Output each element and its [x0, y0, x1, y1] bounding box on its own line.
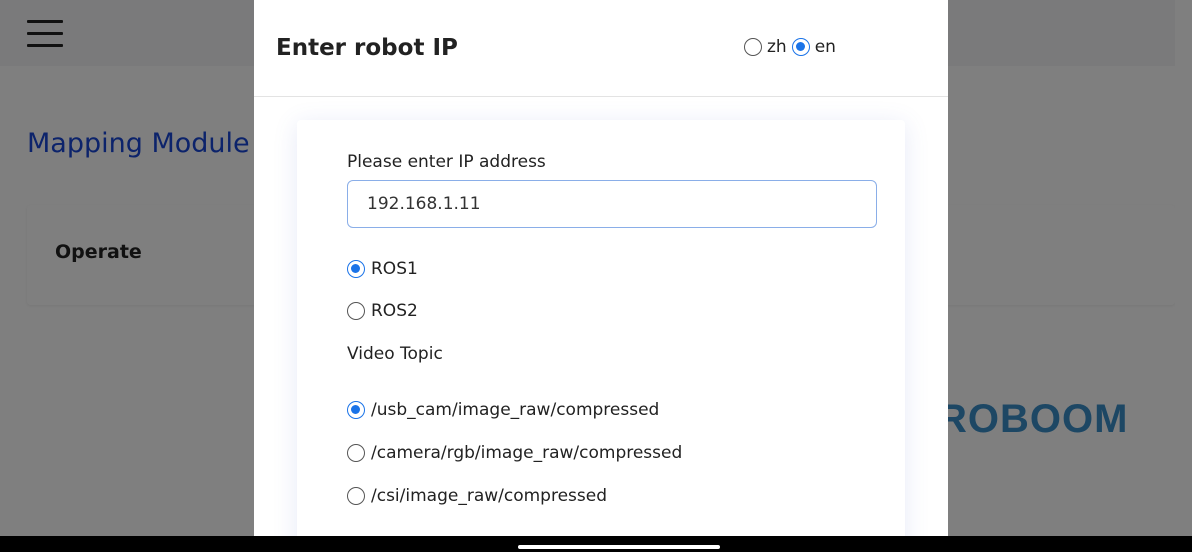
ros-option-ros1[interactable]: ROS1	[347, 259, 418, 279]
radio-selected-icon[interactable]	[347, 401, 365, 419]
dialog-header: Enter robot IP zh en	[254, 0, 948, 97]
language-selector: zh en	[744, 37, 841, 57]
ros-label: ROS1	[371, 259, 418, 279]
video-topic-label: Video Topic	[347, 344, 443, 364]
video-topic-option[interactable]: /usb_cam/image_raw/compressed	[347, 400, 659, 420]
lang-label: en	[814, 37, 836, 57]
lang-option-en[interactable]: en	[791, 37, 836, 57]
video-topic-text: /usb_cam/image_raw/compressed	[371, 400, 660, 420]
radio-icon[interactable]	[347, 444, 365, 462]
radio-icon[interactable]	[744, 38, 762, 56]
ros-option-ros2[interactable]: ROS2	[347, 301, 418, 321]
radio-selected-icon[interactable]	[347, 260, 365, 278]
radio-icon[interactable]	[347, 302, 365, 320]
radio-selected-icon[interactable]	[791, 38, 810, 56]
lang-option-zh[interactable]: zh	[744, 37, 787, 57]
ip-address-input[interactable]	[347, 180, 877, 228]
radio-icon[interactable]	[347, 487, 365, 505]
lang-label: zh	[767, 37, 787, 57]
video-topic-option[interactable]: /camera/rgb/image_raw/compressed	[347, 443, 682, 463]
video-topic-text: /camera/rgb/image_raw/compressed	[371, 443, 683, 463]
video-topic-option[interactable]: /csi/image_raw/compressed	[347, 486, 607, 506]
ip-dialog: Enter robot IP zh en Please enter IP add…	[254, 0, 948, 536]
ros-label: ROS2	[371, 301, 418, 321]
connection-form: Please enter IP address ROS1 ROS2 Video …	[297, 120, 905, 536]
video-topic-text: /csi/image_raw/compressed	[371, 486, 608, 506]
dialog-title: Enter robot IP	[276, 35, 458, 61]
home-indicator[interactable]	[518, 545, 720, 549]
ip-label: Please enter IP address	[347, 152, 546, 172]
